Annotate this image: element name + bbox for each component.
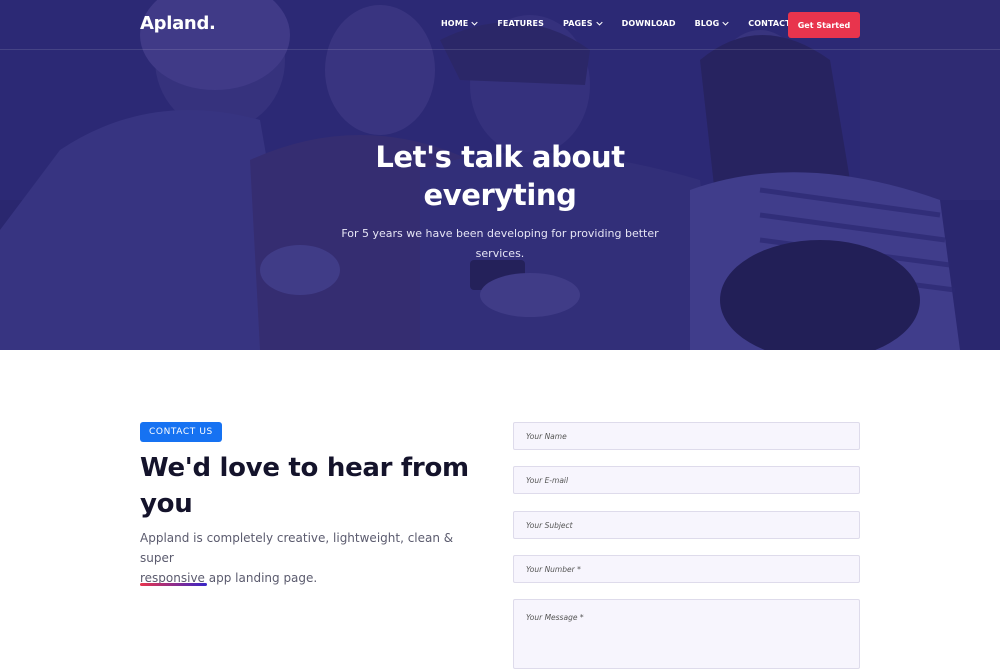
hero-title-line-1: Let's talk about [375,140,625,174]
contact-description-line-1: Appland is completely creative, lightwei… [140,531,454,565]
nav-item-label: DOWNLOAD [621,19,676,28]
hero-title: Let's talk about everyting [300,138,700,214]
nav-menu: HOME FEATURES PAGES DOWNLOAD BLOG CONTAC… [441,19,810,28]
nav-item-blog[interactable]: BLOG [695,19,730,28]
name-field[interactable] [513,422,860,450]
accent-divider [140,583,207,586]
navbar: Apland. HOME FEATURES PAGES DOWNLOAD BLO… [0,0,1000,50]
nav-item-label: BLOG [694,19,720,28]
contact-title: We'd love to hear from you [140,450,480,522]
chevron-down-icon [595,21,603,26]
hero-subtitle-line-1: For 5 years we have been developing for … [341,227,659,240]
contact-badge: CONTACT US [140,422,222,442]
chevron-down-icon [471,21,478,26]
nav-item-label: PAGES [562,19,593,28]
contact-title-line-2: you [140,489,193,519]
get-started-button[interactable]: Get Started [788,12,860,38]
hero-title-line-2: everyting [423,178,577,212]
nav-item-contact[interactable]: CONTACT [748,19,790,28]
number-field[interactable] [513,555,860,583]
subject-field[interactable] [513,511,860,539]
site-logo[interactable]: Apland. [140,13,216,34]
message-field[interactable] [513,599,860,669]
contact-description: Appland is completely creative, lightwei… [140,528,480,588]
nav-item-download[interactable]: DOWNLOAD [622,19,676,28]
nav-item-label: HOME [441,19,469,28]
nav-item-label: CONTACT [748,19,791,28]
contact-title-line-1: We'd love to hear from [140,453,469,483]
nav-item-label: FEATURES [497,19,544,28]
chevron-down-icon [722,21,729,26]
email-field[interactable] [513,466,860,494]
nav-item-home[interactable]: HOME [441,19,478,28]
nav-item-pages[interactable]: PAGES [563,19,603,28]
hero-subtitle: For 5 years we have been developing for … [330,224,670,263]
hero-subtitle-line-2: services. [475,246,525,260]
hero-section: Apland. HOME FEATURES PAGES DOWNLOAD BLO… [0,0,1000,350]
nav-item-features[interactable]: FEATURES [497,19,544,28]
